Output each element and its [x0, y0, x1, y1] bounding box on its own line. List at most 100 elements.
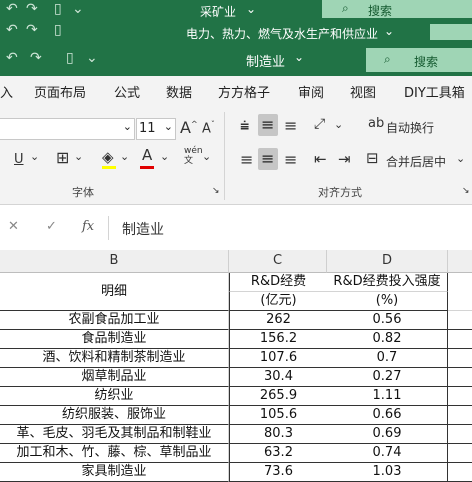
cell-intensity[interactable]: 0.74	[327, 444, 448, 463]
cell-detail[interactable]: 家具制造业	[0, 463, 229, 482]
tab-view[interactable]: 视图	[350, 82, 376, 101]
grow-font-button[interactable]: A^	[180, 118, 198, 137]
fill-color-icon[interactable]: ◈	[102, 148, 114, 166]
search-box[interactable]	[430, 24, 472, 40]
cell-intensity[interactable]: 0.27	[327, 368, 448, 387]
cell-detail[interactable]: 烟草制品业	[0, 368, 229, 387]
quick-access-icon[interactable]: ▯	[66, 50, 74, 66]
dropdown-icon[interactable]: ⌄	[72, 1, 84, 17]
undo-icon[interactable]: ↶	[6, 1, 18, 17]
chevron-down-icon[interactable]: ⌄	[30, 150, 39, 163]
chevron-down-icon[interactable]: ⌄	[160, 150, 169, 163]
undo-icon[interactable]: ↶	[6, 22, 18, 38]
merge-center-icon[interactable]: ⊟	[366, 149, 379, 167]
enter-icon[interactable]: ✓	[46, 219, 57, 234]
header-cell-intensity-unit[interactable]: (%)	[327, 292, 448, 311]
cancel-icon[interactable]: ✕	[8, 219, 19, 234]
column-header-d[interactable]: D	[327, 250, 448, 273]
quick-access-icon[interactable]: ▯	[54, 1, 62, 17]
dialog-launcher-icon[interactable]: ↘	[462, 186, 470, 196]
empty-cell[interactable]	[448, 349, 472, 368]
column-header-c[interactable]: C	[229, 250, 327, 273]
empty-cell[interactable]	[448, 444, 472, 463]
cell-rd[interactable]: 262	[229, 311, 328, 330]
align-middle-button[interactable]: ≡	[258, 114, 278, 136]
underline-button[interactable]: U	[14, 152, 24, 167]
align-bottom-icon[interactable]: ≡	[284, 116, 297, 135]
increase-indent-icon[interactable]: ⇥	[338, 150, 351, 168]
dropdown-icon[interactable]: ⌄	[86, 50, 98, 66]
align-left-icon[interactable]: ≡	[240, 150, 253, 169]
cell-rd[interactable]: 156.2	[229, 330, 328, 349]
search-box[interactable]: ⌕ 搜索	[366, 48, 472, 72]
header-cell-rd[interactable]: R&D经费	[229, 273, 328, 292]
cell-rd[interactable]: 30.4	[229, 368, 328, 387]
chevron-down-icon[interactable]: ⌄	[74, 150, 83, 163]
tab-formulas[interactable]: 公式	[114, 82, 140, 101]
chevron-down-icon[interactable]: ⌄	[202, 150, 211, 163]
shrink-font-button[interactable]: Aˇ	[202, 120, 215, 136]
empty-cell[interactable]	[448, 425, 472, 444]
cell-intensity[interactable]: 0.66	[327, 406, 448, 425]
orientation-icon[interactable]: ⤢	[314, 116, 325, 132]
empty-cell[interactable]	[448, 463, 472, 482]
empty-cell[interactable]	[448, 330, 472, 349]
align-top-icon[interactable]: ⩧	[240, 116, 249, 136]
decrease-indent-icon[interactable]: ⇤	[314, 150, 327, 168]
cell-detail[interactable]: 农副食品加工业	[0, 311, 229, 330]
phonetic-icon[interactable]: wén 文	[184, 146, 203, 166]
cell-rd[interactable]: 80.3	[229, 425, 328, 444]
font-name-box[interactable]: ⌄	[0, 118, 135, 140]
chevron-down-icon[interactable]: ⌄	[456, 152, 465, 165]
cell-intensity[interactable]: 0.56	[327, 311, 448, 330]
align-right-icon[interactable]: ≡	[284, 150, 297, 169]
cell-detail[interactable]: 食品制造业	[0, 330, 229, 349]
align-center-button[interactable]: ≡	[258, 148, 278, 170]
empty-cell[interactable]	[448, 273, 472, 311]
font-color-icon[interactable]: A	[142, 146, 152, 164]
cell-rd[interactable]: 107.6	[229, 349, 328, 368]
header-cell-rd-unit[interactable]: (亿元)	[229, 292, 328, 311]
tab-fangfang[interactable]: 方方格子	[218, 82, 270, 101]
cell-intensity[interactable]: 0.82	[327, 330, 448, 349]
empty-cell[interactable]	[448, 368, 472, 387]
empty-cell[interactable]	[448, 311, 472, 330]
chevron-down-icon[interactable]: ⌄	[334, 118, 343, 131]
merge-center-button[interactable]: 合并后居中	[386, 153, 446, 170]
font-size-box[interactable]: 11 ⌄	[136, 118, 176, 140]
cell-rd[interactable]: 63.2	[229, 444, 328, 463]
tab-diy-toolbox[interactable]: DIY工具箱	[404, 82, 465, 101]
redo-icon[interactable]: ↷	[26, 1, 38, 17]
header-cell-intensity[interactable]: R&D经费投入强度	[327, 273, 448, 292]
tab-insert[interactable]: 入	[0, 82, 13, 101]
cell-intensity[interactable]: 0.69	[327, 425, 448, 444]
cell-detail[interactable]: 加工和木、竹、藤、棕、草制品业	[0, 444, 229, 463]
redo-icon[interactable]: ↷	[30, 50, 42, 66]
cell-rd[interactable]: 265.9	[229, 387, 328, 406]
cell-rd[interactable]: 73.6	[229, 463, 328, 482]
cell-rd[interactable]: 105.6	[229, 406, 328, 425]
borders-icon[interactable]: ⊞	[56, 148, 69, 167]
cell-detail[interactable]: 革、毛皮、羽毛及其制品和制鞋业	[0, 425, 229, 444]
cell-detail[interactable]: 纺织业	[0, 387, 229, 406]
column-header-e[interactable]	[448, 250, 472, 273]
insert-function-icon[interactable]: fx	[82, 219, 94, 234]
formula-input[interactable]: 制造业	[122, 219, 164, 239]
cell-intensity[interactable]: 1.03	[327, 463, 448, 482]
cell-detail[interactable]: 酒、饮料和精制茶制造业	[0, 349, 229, 368]
search-box[interactable]: ⌕ 搜索	[322, 0, 472, 18]
quick-access-icon[interactable]: ▯	[54, 22, 62, 38]
cell-detail[interactable]: 纺织服装、服饰业	[0, 406, 229, 425]
empty-cell[interactable]	[448, 406, 472, 425]
undo-icon[interactable]: ↶	[6, 50, 18, 66]
empty-cell[interactable]	[448, 387, 472, 406]
cell-intensity[interactable]: 0.7	[327, 349, 448, 368]
header-cell-detail[interactable]: 明细	[0, 273, 229, 311]
tab-data[interactable]: 数据	[166, 82, 192, 101]
wrap-text-button[interactable]: 自动换行	[386, 119, 434, 136]
tab-review[interactable]: 审阅	[298, 82, 324, 101]
chevron-down-icon[interactable]: ⌄	[120, 150, 129, 163]
redo-icon[interactable]: ↷	[26, 22, 38, 38]
tab-page-layout[interactable]: 页面布局	[34, 82, 86, 101]
wrap-text-icon[interactable]: ab	[368, 116, 384, 131]
